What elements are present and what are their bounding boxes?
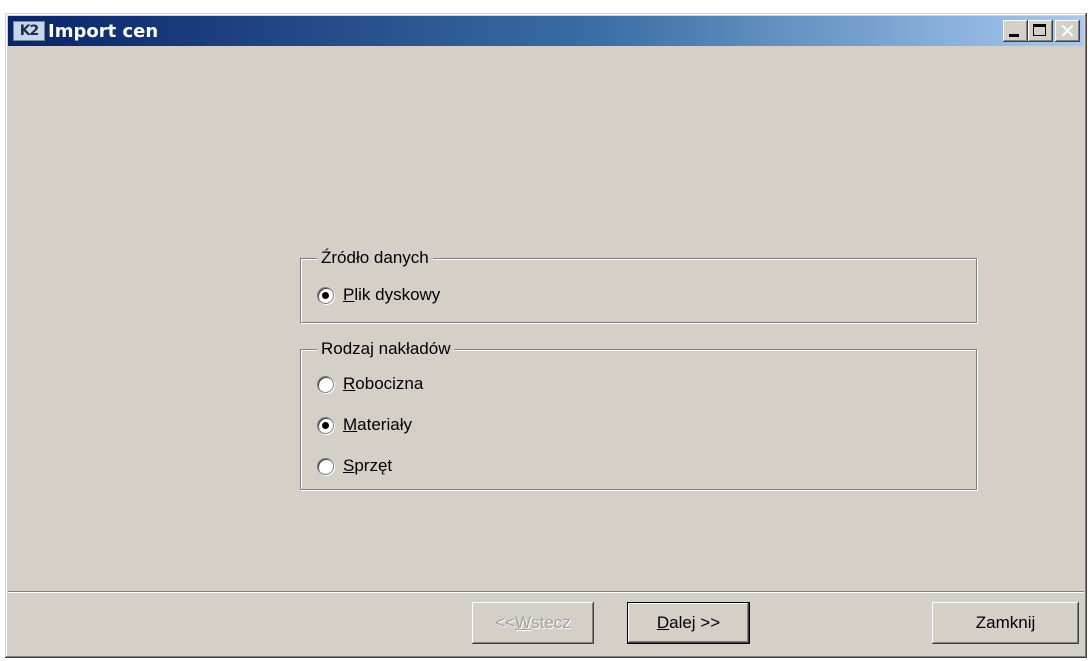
minimize-button[interactable] — [1003, 20, 1028, 42]
source-groupbox: Źródło danych Plik dyskowy — [300, 247, 977, 323]
minimize-icon — [1009, 34, 1019, 37]
radio-equipment-label: Sprzęt — [343, 456, 393, 475]
radio-materials[interactable]: Materiały — [317, 413, 412, 437]
next-button[interactable]: Dalej >> — [627, 602, 750, 644]
import-window: K2 Import cen ✕ Źródło danych Plik dysko… — [5, 13, 1087, 658]
radio-disk-file-label: Plik dyskowy — [343, 285, 441, 304]
radio-labor-label: Robocizna — [343, 374, 424, 393]
expense-type-group-label: Rodzaj nakładów — [317, 338, 455, 360]
radio-materials-label: Materiały — [343, 415, 412, 434]
caption-buttons: ✕ — [1003, 20, 1080, 42]
radio-equipment-indicator[interactable] — [317, 457, 334, 475]
radio-disk-file[interactable]: Plik dyskowy — [317, 283, 440, 307]
close-window-button[interactable]: ✕ — [1055, 20, 1080, 42]
expense-type-groupbox: Rodzaj nakładów Robocizna Materiały Sprz… — [300, 338, 977, 490]
app-icon[interactable]: K2 — [13, 21, 45, 41]
maximize-icon — [1033, 24, 1046, 36]
radio-equipment[interactable]: Sprzęt — [317, 454, 392, 478]
title-bar[interactable]: K2 Import cen ✕ — [8, 16, 1084, 46]
close-button[interactable]: Zamknij — [932, 602, 1079, 644]
maximize-button[interactable] — [1028, 20, 1053, 42]
radio-materials-indicator[interactable] — [317, 416, 334, 434]
source-group-label: Źródło danych — [317, 247, 433, 269]
back-button[interactable]: << Wstecz — [472, 602, 594, 644]
close-icon: ✕ — [1059, 19, 1076, 43]
window-title: Import cen — [48, 20, 159, 42]
radio-labor[interactable]: Robocizna — [317, 372, 423, 396]
button-panel: << Wstecz Dalej >> Zamknij — [8, 591, 1084, 655]
radio-labor-indicator[interactable] — [317, 375, 334, 393]
radio-disk-file-indicator[interactable] — [317, 286, 334, 304]
app-icon-text: K2 — [19, 23, 40, 39]
